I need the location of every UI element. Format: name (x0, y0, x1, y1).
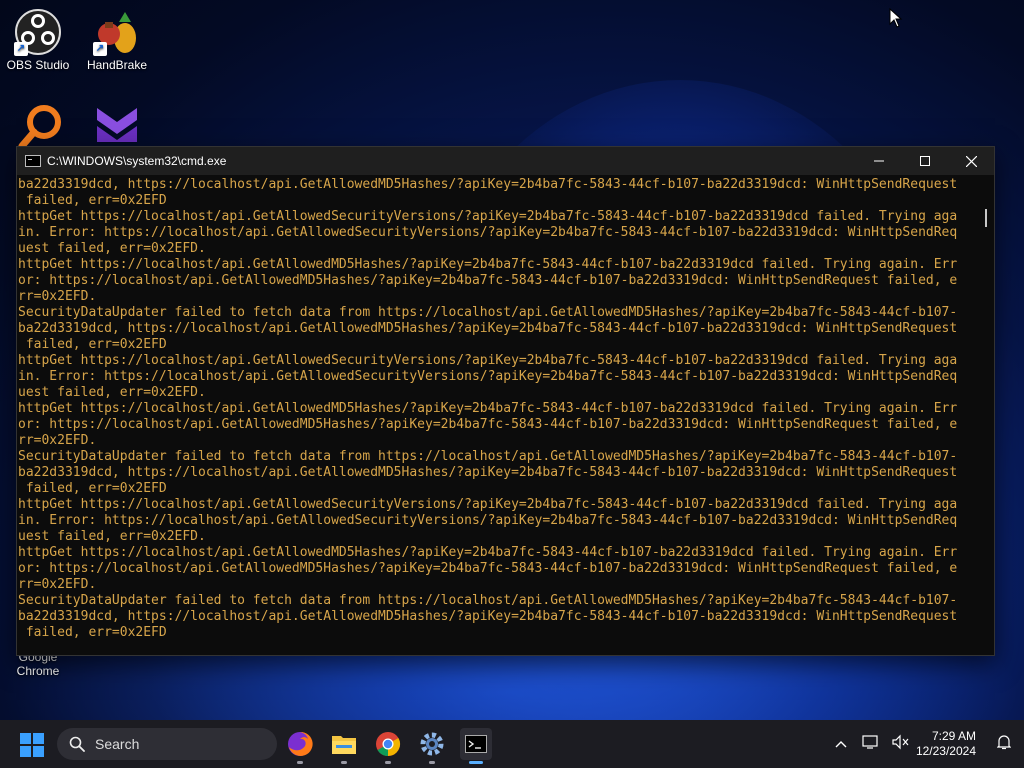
folder-icon (332, 736, 356, 754)
clock-date: 12/23/2024 (915, 744, 976, 758)
console-line: ba22d3319dcd, https://localhost/api.GetA… (18, 465, 958, 480)
shortcut-arrow-icon: ↗ (14, 42, 28, 56)
bell-icon (996, 734, 1012, 749)
console-scrollbar[interactable] (976, 175, 994, 655)
firefox-icon (288, 731, 313, 756)
search-label: Search (95, 736, 140, 752)
console-line: SecurityDataUpdater failed to fetch data… (18, 449, 958, 464)
gear-icon (420, 732, 444, 756)
network-icon (862, 734, 878, 749)
magnifier-icon (16, 102, 64, 150)
running-indicator (429, 761, 435, 764)
show-hidden-icons-button[interactable] (826, 735, 856, 753)
close-icon (965, 155, 977, 167)
desktop-icon-obs-studio[interactable]: ↗ OBS Studio (0, 8, 76, 72)
start-button[interactable] (20, 733, 44, 757)
console-line: in. Error: https://localhost/api.GetAllo… (18, 369, 958, 384)
console-line: uest failed, err=0x2EFD. (18, 385, 206, 400)
windows-logo-icon (20, 733, 31, 744)
terminal-icon (465, 735, 487, 753)
console-line: httpGet https://localhost/api.GetAllowed… (18, 257, 958, 272)
desktop-icon-search-tool[interactable] (2, 102, 78, 152)
notifications-button[interactable] (990, 734, 1018, 755)
console-line: uest failed, err=0x2EFD. (18, 529, 206, 544)
console-line: httpGet https://localhost/api.GetAllowed… (18, 401, 958, 416)
obs-studio-icon: ↗ (14, 8, 62, 56)
console-line: failed, err=0x2EFD (18, 481, 167, 496)
visual-studio-icon (93, 102, 141, 150)
console-line: or: https://localhost/api.GetAllowedMD5H… (18, 561, 958, 576)
close-button[interactable] (948, 147, 994, 175)
console-line: or: https://localhost/api.GetAllowedMD5H… (18, 417, 958, 432)
taskbar-file-explorer[interactable] (328, 728, 360, 764)
minimize-button[interactable] (856, 147, 902, 175)
console-line: rr=0x2EFD. (18, 289, 97, 304)
system-tray: 7:29 AM 12/23/2024 (826, 720, 1024, 768)
console-line: httpGet https://localhost/api.GetAllowed… (18, 497, 958, 512)
shortcut-arrow-icon: ↗ (93, 42, 107, 56)
console-line: failed, err=0x2EFD (18, 337, 167, 352)
clock-time: 7:29 AM (931, 729, 976, 743)
console-line: in. Error: https://localhost/api.GetAllo… (18, 225, 958, 240)
desktop-icon-handbrake[interactable]: ↗ HandBrake (79, 8, 155, 72)
console-line: uest failed, err=0x2EFD. (18, 241, 206, 256)
taskbar-chrome[interactable] (372, 728, 404, 764)
console-line: in. Error: https://localhost/api.GetAllo… (18, 513, 958, 528)
network-button[interactable] (856, 734, 886, 755)
minimize-icon (874, 160, 884, 162)
mouse-cursor-icon (889, 8, 903, 28)
taskbar-settings[interactable] (416, 728, 448, 764)
desktop-icon-label: OBS Studio (6, 58, 70, 72)
chevron-up-icon (835, 741, 847, 748)
volume-muted-icon (892, 734, 909, 749)
console-line: ba22d3319dcd, https://localhost/api.GetA… (18, 321, 958, 336)
taskbar: Search 7:29 AM 12/23/2024 (0, 720, 1024, 768)
cmd-title-bar[interactable]: C:\WINDOWS\system32\cmd.exe (17, 147, 994, 175)
maximize-button[interactable] (902, 147, 948, 175)
maximize-icon (920, 156, 930, 166)
scrollbar-thumb[interactable] (985, 209, 987, 227)
active-indicator (469, 761, 483, 764)
console-line: failed, err=0x2EFD (18, 625, 167, 640)
chrome-icon (376, 732, 401, 756)
volume-button[interactable] (886, 734, 916, 755)
taskbar-cmd[interactable] (460, 728, 492, 764)
desktop-icon-label: HandBrake (86, 58, 148, 72)
taskbar-search[interactable]: Search (57, 728, 277, 760)
window-title: C:\WINDOWS\system32\cmd.exe (47, 154, 227, 168)
console-line: rr=0x2EFD. (18, 433, 97, 448)
console-output[interactable]: ba22d3319dcd, https://localhost/api.GetA… (17, 175, 976, 655)
taskbar-firefox[interactable] (284, 728, 316, 764)
cmd-app-icon (25, 155, 41, 167)
handbrake-icon: ↗ (93, 8, 141, 56)
running-indicator (341, 761, 347, 764)
console-line: rr=0x2EFD. (18, 577, 97, 592)
running-indicator (385, 761, 391, 764)
search-icon (69, 736, 85, 752)
console-line: ba22d3319dcd, https://localhost/api.GetA… (18, 609, 958, 624)
console-line: httpGet https://localhost/api.GetAllowed… (18, 209, 958, 224)
console-line: SecurityDataUpdater failed to fetch data… (18, 305, 958, 320)
console-line: httpGet https://localhost/api.GetAllowed… (18, 545, 958, 560)
console-line: or: https://localhost/api.GetAllowedMD5H… (18, 273, 958, 288)
console-line: httpGet https://localhost/api.GetAllowed… (18, 353, 958, 368)
desktop-icon-visual-studio[interactable] (79, 102, 155, 152)
running-indicator (297, 761, 303, 764)
console-line: SecurityDataUpdater failed to fetch data… (18, 593, 958, 608)
cmd-window[interactable]: C:\WINDOWS\system32\cmd.exe ba22d3319dcd… (16, 146, 995, 656)
console-line: ba22d3319dcd, https://localhost/api.GetA… (18, 177, 958, 192)
console-line: failed, err=0x2EFD (18, 193, 167, 208)
clock[interactable]: 7:29 AM 12/23/2024 (916, 729, 976, 759)
